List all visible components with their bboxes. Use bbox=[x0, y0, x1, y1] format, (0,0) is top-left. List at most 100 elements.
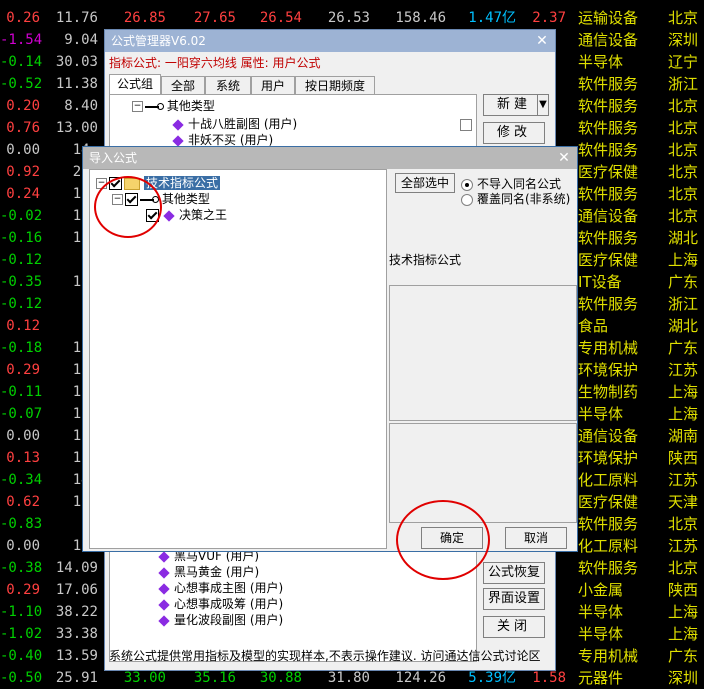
close-button[interactable]: 关闭 bbox=[483, 616, 545, 638]
tab-formula-group[interactable]: 公式组 bbox=[109, 74, 161, 94]
group-checkbox[interactable] bbox=[125, 193, 138, 206]
formula-info: 指标公式: 一阳穿六均线 属性: 用户公式 bbox=[109, 56, 321, 70]
tree-item-label: 量化波段副图 (用户) bbox=[174, 613, 284, 627]
tab-user[interactable]: 用户 bbox=[251, 76, 295, 94]
stock-cell-chg: -1.10 bbox=[0, 604, 43, 620]
tab-system[interactable]: 系统 bbox=[205, 76, 251, 94]
industry-cell: 医疗保健 bbox=[578, 163, 639, 181]
tree-group-label: 其他类型 bbox=[166, 99, 215, 113]
industry-cell: 软件服务 bbox=[578, 559, 639, 577]
region-cell: 湖北 bbox=[668, 317, 699, 335]
region-cell: 江苏 bbox=[668, 361, 699, 379]
stock-row[interactable]: 0.26 11.76 26.85 27.65 26.54 26.53 158.46 1.47亿… bbox=[0, 7, 704, 29]
collapse-icon[interactable]: − bbox=[112, 194, 123, 205]
industry-cell: 化工原料 bbox=[578, 471, 639, 489]
tree-item[interactable]: 量化波段副图 (用户) bbox=[158, 611, 284, 628]
stock-cell-chg: 0.13 bbox=[6, 450, 40, 466]
stock-cell-px: 9.04 bbox=[64, 32, 98, 48]
new-button[interactable]: 新建 bbox=[483, 94, 545, 116]
tree-item-label: 心想事成吸筹 (用户) bbox=[174, 597, 284, 611]
region-cell: 深圳 bbox=[668, 669, 699, 687]
stock-cell-chg: 0.29 bbox=[6, 362, 40, 378]
import-dialog-titlebar[interactable]: 导入公式 ✕ bbox=[83, 147, 577, 169]
tree-item[interactable]: 心想事成吸筹 (用户) bbox=[158, 595, 284, 612]
stock-cell-v2: 26.85 bbox=[123, 10, 166, 26]
industry-cell: 生物制药 bbox=[578, 383, 639, 401]
stock-cell-v6: 158.46 bbox=[395, 10, 446, 26]
stock-cell-chg: -0.12 bbox=[0, 296, 43, 312]
region-cell: 陕西 bbox=[668, 581, 699, 599]
industry-cell: 软件服务 bbox=[578, 229, 639, 247]
stock-cell-chg: -0.11 bbox=[0, 384, 43, 400]
chevron-down-icon[interactable]: ▼ bbox=[537, 94, 549, 116]
stock-cell-chg: -0.16 bbox=[0, 230, 43, 246]
collapse-icon[interactable]: − bbox=[132, 101, 143, 112]
tree-item[interactable]: 心想事成主图 (用户) bbox=[158, 579, 284, 596]
stock-cell-px: 8.40 bbox=[64, 98, 98, 114]
region-cell: 江苏 bbox=[668, 471, 699, 489]
region-cell: 浙江 bbox=[668, 295, 699, 313]
industry-cell: 化工原料 bbox=[578, 537, 639, 555]
formula-icon bbox=[172, 118, 184, 131]
root-checkbox[interactable] bbox=[109, 177, 122, 190]
industry-cell: 运输设备 bbox=[578, 9, 639, 27]
collapse-icon[interactable]: − bbox=[96, 178, 107, 189]
industry-cell: 半导体 bbox=[578, 405, 624, 423]
tree-item[interactable]: 黑马黄金 (用户) bbox=[158, 563, 260, 580]
industry-cell: 医疗保健 bbox=[578, 251, 639, 269]
industry-cell: 软件服务 bbox=[578, 119, 639, 137]
industry-cell: 软件服务 bbox=[578, 141, 639, 159]
key-icon bbox=[145, 102, 164, 110]
radio-overwrite-label: 覆盖同名(非系统) bbox=[477, 192, 571, 206]
tree-root-label: 技术指标公式 bbox=[144, 176, 221, 190]
tree-item-label: 黑马黄金 (用户) bbox=[174, 565, 260, 579]
region-cell: 北京 bbox=[668, 97, 699, 115]
industry-cell: 半导体 bbox=[578, 625, 624, 643]
tree-item-label: 心想事成主图 (用户) bbox=[174, 581, 284, 595]
formula-manager-titlebar[interactable]: 公式管理器V6.02 ✕ bbox=[105, 30, 555, 52]
radio-icon[interactable] bbox=[461, 193, 473, 206]
stock-cell-chg: 0.12 bbox=[6, 318, 40, 334]
tree-item-formula[interactable]: 决策之王 bbox=[146, 206, 227, 223]
tree-group[interactable]: − 其他类型 bbox=[112, 190, 210, 207]
stock-cell-chg: -0.02 bbox=[0, 208, 43, 224]
tree-group-other[interactable]: − 其他类型 bbox=[132, 97, 215, 114]
tab-date-frequency[interactable]: 按日期频度 bbox=[295, 76, 375, 94]
item-checkbox[interactable] bbox=[146, 209, 159, 222]
cancel-button[interactable]: 取消 bbox=[505, 527, 567, 549]
restore-formula-button[interactable]: 公式恢复 bbox=[483, 562, 545, 584]
close-icon[interactable]: ✕ bbox=[556, 147, 572, 169]
stock-cell-chg: -0.38 bbox=[0, 560, 43, 576]
stock-cell-chg: -0.40 bbox=[0, 648, 43, 664]
import-tree[interactable]: − 技术指标公式 − 其他类型 决策之王 bbox=[89, 169, 387, 549]
formula-icon bbox=[163, 209, 175, 222]
folder-icon bbox=[124, 177, 140, 190]
select-all-button[interactable]: 全部选中 bbox=[395, 173, 455, 193]
region-cell: 北京 bbox=[668, 185, 699, 203]
ok-button[interactable]: 确定 bbox=[421, 527, 483, 549]
industry-cell: 软件服务 bbox=[578, 515, 639, 533]
industry-cell: 软件服务 bbox=[578, 97, 639, 115]
tab-all[interactable]: 全部 bbox=[161, 76, 205, 94]
stock-cell-px: 13.00 bbox=[55, 120, 98, 136]
scroll-marker bbox=[460, 119, 472, 131]
stock-cell-chg: 0.26 bbox=[6, 10, 40, 26]
edit-button[interactable]: 修改 bbox=[483, 122, 545, 144]
stock-cell-chg: -1.54 bbox=[0, 32, 43, 48]
industry-cell: 医疗保健 bbox=[578, 493, 639, 511]
radio-overwrite-same-name[interactable]: 覆盖同名(非系统) bbox=[461, 190, 570, 207]
industry-cell: 专用机械 bbox=[578, 339, 639, 357]
region-cell: 北京 bbox=[668, 9, 699, 27]
region-cell: 广东 bbox=[668, 647, 699, 665]
region-cell: 上海 bbox=[668, 603, 699, 621]
tree-item-label: 十战八胜副图 (用户) bbox=[188, 117, 298, 131]
stock-cell-px: 11.38 bbox=[55, 76, 98, 92]
stock-cell-chg: -0.14 bbox=[0, 54, 43, 70]
ui-settings-button[interactable]: 界面设置 bbox=[483, 588, 545, 610]
radio-icon[interactable] bbox=[461, 178, 473, 191]
tree-item[interactable]: 十战八胜副图 (用户) bbox=[172, 115, 298, 132]
tree-root[interactable]: − 技术指标公式 bbox=[96, 174, 221, 191]
region-cell: 浙江 bbox=[668, 75, 699, 93]
close-icon[interactable]: ✕ bbox=[534, 30, 550, 52]
industry-cell: 元器件 bbox=[578, 669, 624, 687]
